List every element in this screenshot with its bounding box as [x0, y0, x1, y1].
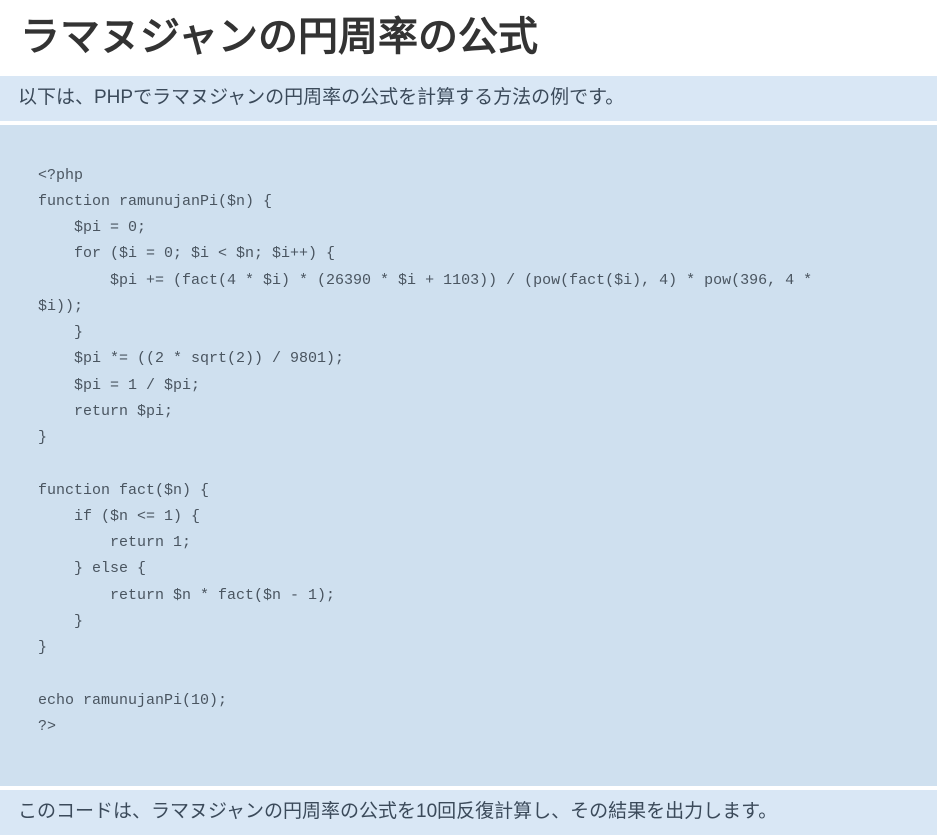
code-content: <?php function ramunujanPi($n) { $pi = 0…: [38, 163, 899, 741]
code-block: <?php function ramunujanPi($n) { $pi = 0…: [0, 125, 937, 787]
page-title: ラマヌジャンの円周率の公式: [0, 0, 937, 72]
outro-paragraph: このコードは、ラマヌジャンの円周率の公式を10回反復計算し、その結果を出力します…: [0, 790, 937, 835]
intro-paragraph: 以下は、PHPでラマヌジャンの円周率の公式を計算する方法の例です。: [0, 76, 937, 121]
